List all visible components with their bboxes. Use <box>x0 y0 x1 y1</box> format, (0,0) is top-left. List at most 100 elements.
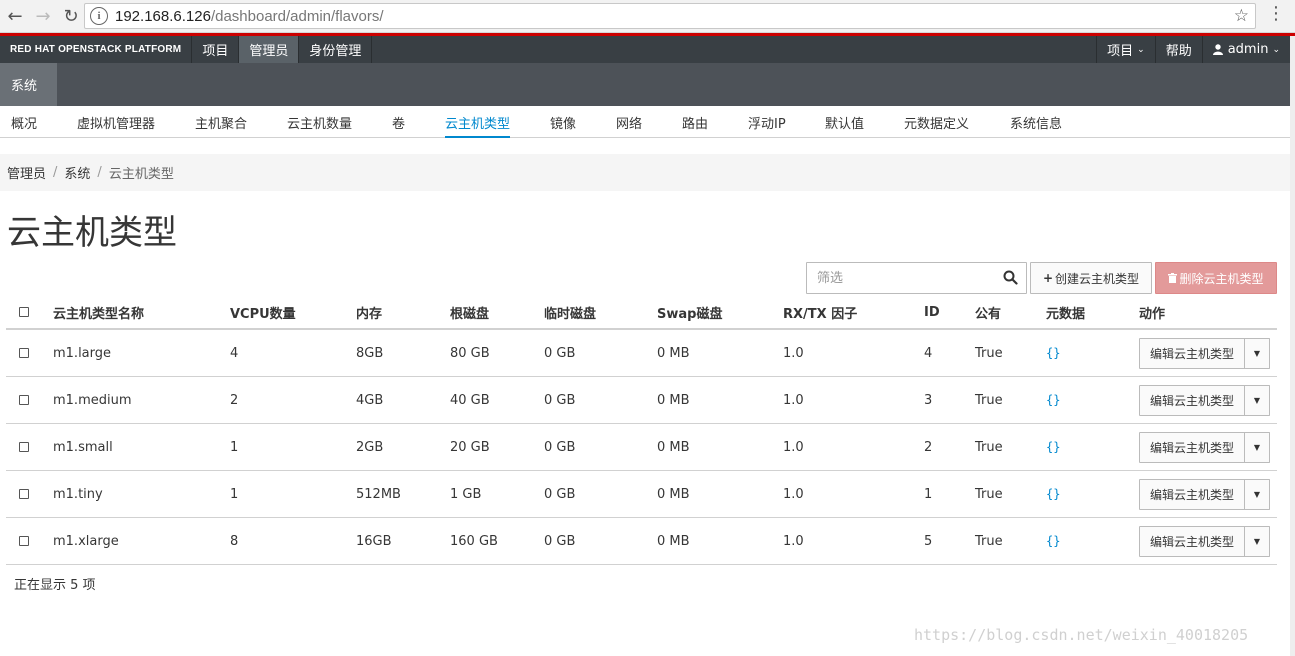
row-checkbox[interactable] <box>19 536 29 546</box>
header-vcpu[interactable]: VCPU数量 <box>230 296 296 328</box>
edit-flavor-button[interactable]: 编辑云主机类型 <box>1139 479 1245 510</box>
flavors-table: 云主机类型名称 VCPU数量 内存 根磁盘 临时磁盘 Swap磁盘 RX/TX … <box>6 296 1277 565</box>
row-select-cell <box>19 518 29 564</box>
header-metadata: 元数据 <box>1046 306 1086 322</box>
top-right-nav: 项目 ⌄ 帮助 admin ⌄ <box>1096 36 1290 63</box>
metadata-link[interactable]: {} <box>1046 330 1060 376</box>
flavor-id: 3 <box>924 392 933 408</box>
metadata-link[interactable]: {} <box>1046 377 1060 423</box>
header-rxtx-factor[interactable]: RX/TX 因子 <box>783 296 857 328</box>
metadata-link[interactable]: {} <box>1046 518 1060 564</box>
metadata-link[interactable]: {} <box>1046 471 1060 517</box>
caret-down-icon[interactable]: ▼ <box>1245 432 1270 463</box>
trash-icon <box>1168 273 1178 283</box>
root-disk: 40 GB <box>450 392 490 408</box>
root-disk: 20 GB <box>450 439 490 455</box>
row-checkbox[interactable] <box>19 442 29 452</box>
secondary-nav: 系统 <box>0 63 1290 106</box>
browser-toolbar: ← → ↻ i 192.168.6.126/dashboard/admin/fl… <box>0 0 1295 33</box>
is-public: True <box>975 486 1003 502</box>
reload-icon[interactable]: ↻ <box>58 3 84 29</box>
select-all-checkbox[interactable] <box>19 307 29 317</box>
tab-floating-ips[interactable]: 浮动IP <box>748 106 786 138</box>
header-id[interactable]: ID <box>924 296 940 328</box>
user-dropdown[interactable]: admin ⌄ <box>1201 36 1290 63</box>
tab-volumes[interactable]: 卷 <box>392 106 405 138</box>
header-ram[interactable]: 内存 <box>356 296 382 328</box>
filter-input[interactable] <box>807 263 987 293</box>
caret-down-icon[interactable]: ▼ <box>1245 385 1270 416</box>
row-select-cell <box>19 330 29 376</box>
flavor-name: m1.xlarge <box>53 533 119 549</box>
delete-flavors-button[interactable]: 删除云主机类型 <box>1155 262 1277 294</box>
edit-flavor-button[interactable]: 编辑云主机类型 <box>1139 385 1245 416</box>
site-info-icon[interactable]: i <box>90 7 108 25</box>
root-disk: 1 GB <box>450 486 482 502</box>
search-icon[interactable] <box>1003 270 1018 285</box>
vertical-dots-icon[interactable]: ⋮ <box>1267 5 1285 23</box>
metadata-link[interactable]: {} <box>1046 424 1060 470</box>
caret-down-icon[interactable]: ▼ <box>1245 479 1270 510</box>
caret-down-icon[interactable]: ▼ <box>1245 526 1270 557</box>
tab-overview[interactable]: 概况 <box>11 106 37 138</box>
header-name[interactable]: 云主机类型名称 <box>53 296 144 328</box>
star-icon[interactable]: ☆ <box>1234 6 1249 26</box>
topnav-identity[interactable]: 身份管理 <box>299 36 373 63</box>
tab-defaults[interactable]: 默认值 <box>825 106 864 138</box>
create-flavor-label: 创建云主机类型 <box>1055 271 1140 286</box>
url-text[interactable]: 192.168.6.126/dashboard/admin/flavors/ <box>115 8 384 25</box>
row-checkbox[interactable] <box>19 395 29 405</box>
vcpu-count: 1 <box>230 439 239 455</box>
edit-flavor-button[interactable]: 编辑云主机类型 <box>1139 338 1245 369</box>
root-disk: 80 GB <box>450 345 490 361</box>
page-scrollbar[interactable] <box>1290 36 1295 656</box>
brand-logo[interactable]: RED HAT OPENSTACK PLATFORM <box>0 36 193 63</box>
ephemeral-disk: 0 GB <box>544 439 576 455</box>
header-root-disk[interactable]: 根磁盘 <box>450 296 489 328</box>
flavor-name: m1.medium <box>53 392 132 408</box>
arrow-left-icon[interactable]: ← <box>2 3 28 29</box>
is-public: True <box>975 345 1003 361</box>
ram-size: 4GB <box>356 392 384 408</box>
header-public[interactable]: 公有 <box>975 296 1001 328</box>
tab-networks[interactable]: 网络 <box>616 106 642 138</box>
row-checkbox[interactable] <box>19 348 29 358</box>
table-header-row: 云主机类型名称 VCPU数量 内存 根磁盘 临时磁盘 Swap磁盘 RX/TX … <box>6 296 1277 330</box>
tab-metadata-definitions[interactable]: 元数据定义 <box>904 106 969 138</box>
edit-flavor-button[interactable]: 编辑云主机类型 <box>1139 432 1245 463</box>
plus-icon: + <box>1042 271 1054 285</box>
tab-instances[interactable]: 云主机数量 <box>287 106 352 138</box>
tab-routers[interactable]: 路由 <box>682 106 708 138</box>
arrow-right-icon[interactable]: → <box>30 3 56 29</box>
tab-images[interactable]: 镜像 <box>550 106 576 138</box>
flavor-name: m1.large <box>53 345 112 361</box>
header-ephemeral-disk[interactable]: 临时磁盘 <box>544 296 596 328</box>
url-path: /dashboard/admin/flavors/ <box>210 7 384 25</box>
caret-down-icon[interactable]: ▼ <box>1245 338 1270 369</box>
rxtx-factor: 1.0 <box>783 439 804 455</box>
tab-flavors[interactable]: 云主机类型 <box>445 106 511 138</box>
top-nav: 项目 管理员 身份管理 <box>192 36 373 63</box>
row-checkbox[interactable] <box>19 489 29 499</box>
tab-hypervisors[interactable]: 虚拟机管理器 <box>77 106 155 138</box>
help-link[interactable]: 帮助 <box>1154 36 1202 63</box>
create-flavor-button[interactable]: + 创建云主机类型 <box>1030 262 1152 294</box>
breadcrumb-system[interactable]: 系统 <box>64 163 90 182</box>
topnav-admin[interactable]: 管理员 <box>239 36 300 63</box>
edit-flavor-button[interactable]: 编辑云主机类型 <box>1139 526 1245 557</box>
header-swap-disk[interactable]: Swap磁盘 <box>657 296 722 328</box>
filter-box <box>806 262 1027 294</box>
ram-size: 512MB <box>356 486 401 502</box>
address-bar[interactable]: i 192.168.6.126/dashboard/admin/flavors/… <box>84 3 1256 29</box>
select-all-cell <box>19 296 29 328</box>
row-actions: 编辑云主机类型 ▼ <box>1139 479 1270 510</box>
project-dropdown[interactable]: 项目 ⌄ <box>1096 36 1155 63</box>
tab-system[interactable]: 系统 <box>0 63 57 106</box>
table-row: m1.large 4 8GB 80 GB 0 GB 0 MB 1.0 4 True {} 编辑云主机… <box>6 330 1277 377</box>
breadcrumb-admin[interactable]: 管理员 <box>7 163 46 182</box>
tab-system-info[interactable]: 系统信息 <box>1010 106 1062 138</box>
breadcrumb-flavors: 云主机类型 <box>108 167 174 182</box>
tab-host-aggregates[interactable]: 主机聚合 <box>195 106 247 138</box>
delete-flavors-label: 删除云主机类型 <box>1179 271 1264 286</box>
topnav-project[interactable]: 项目 <box>192 36 240 63</box>
